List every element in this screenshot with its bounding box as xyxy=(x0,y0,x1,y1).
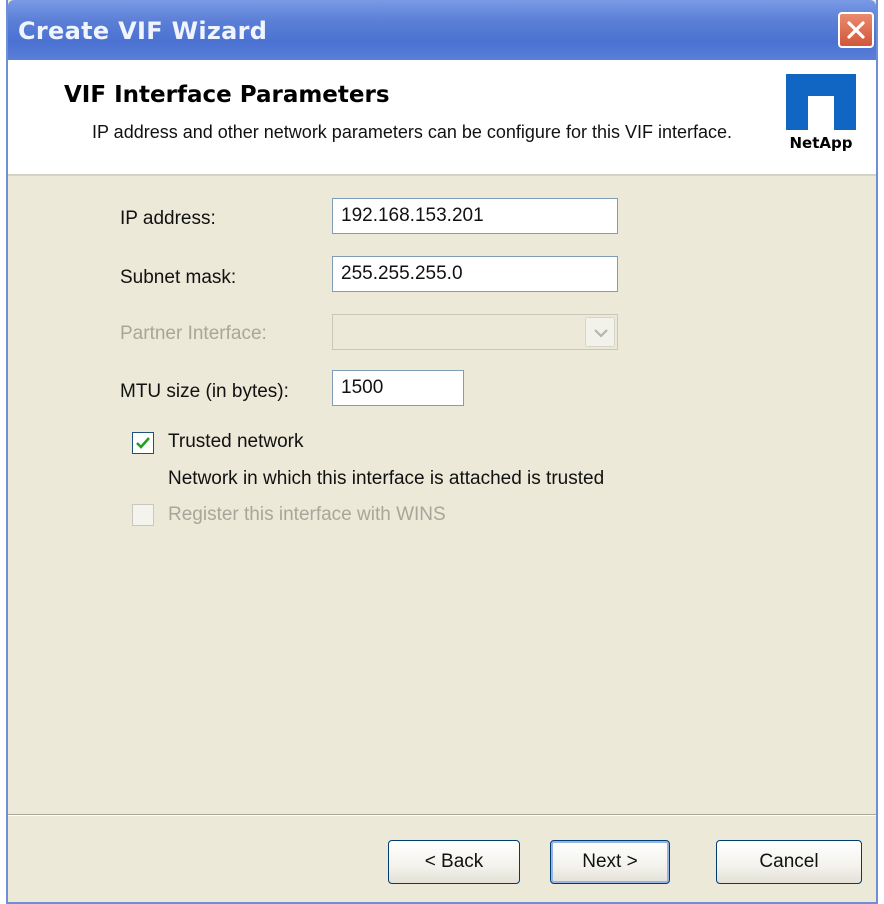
partner-interface-dropdown-button[interactable] xyxy=(585,317,615,347)
partner-interface-select[interactable] xyxy=(332,314,618,350)
netapp-logo: NetApp xyxy=(782,72,860,160)
next-button[interactable]: Next > xyxy=(550,840,670,884)
close-button[interactable] xyxy=(838,12,874,48)
wizard-window: Create VIF Wizard VIF Interface Paramete… xyxy=(6,0,878,904)
ip-address-input[interactable]: 192.168.153.201 xyxy=(332,198,618,234)
netapp-logo-icon xyxy=(786,74,856,130)
register-wins-checkbox[interactable] xyxy=(132,504,154,526)
subnet-mask-label: Subnet mask: xyxy=(120,267,237,288)
title-bar[interactable]: Create VIF Wizard xyxy=(8,0,876,60)
register-wins-label: Register this interface with WINS xyxy=(168,504,446,525)
logo-text: NetApp xyxy=(789,134,853,152)
close-icon xyxy=(847,21,865,39)
page-subtitle: IP address and other network parameters … xyxy=(92,122,733,142)
ip-address-label: IP address: xyxy=(120,208,216,229)
page-title: VIF Interface Parameters xyxy=(64,82,390,108)
footer-divider xyxy=(8,814,876,816)
cancel-button[interactable]: Cancel xyxy=(716,840,862,884)
trusted-network-label: Trusted network xyxy=(168,431,304,452)
window-title: Create VIF Wizard xyxy=(18,17,268,45)
partner-interface-label: Partner Interface: xyxy=(120,323,267,344)
mtu-size-input[interactable]: 1500 xyxy=(332,370,464,406)
trusted-network-description: Network in which this interface is attac… xyxy=(168,468,605,489)
back-button[interactable]: < Back xyxy=(388,840,520,884)
trusted-network-checkbox[interactable] xyxy=(132,432,154,454)
subnet-mask-input[interactable]: 255.255.255.0 xyxy=(332,256,618,292)
chevron-down-icon xyxy=(594,329,608,338)
mtu-size-label: MTU size (in bytes): xyxy=(120,381,289,402)
wizard-header: VIF Interface Parameters IP address and … xyxy=(8,60,876,176)
check-icon xyxy=(136,437,150,449)
